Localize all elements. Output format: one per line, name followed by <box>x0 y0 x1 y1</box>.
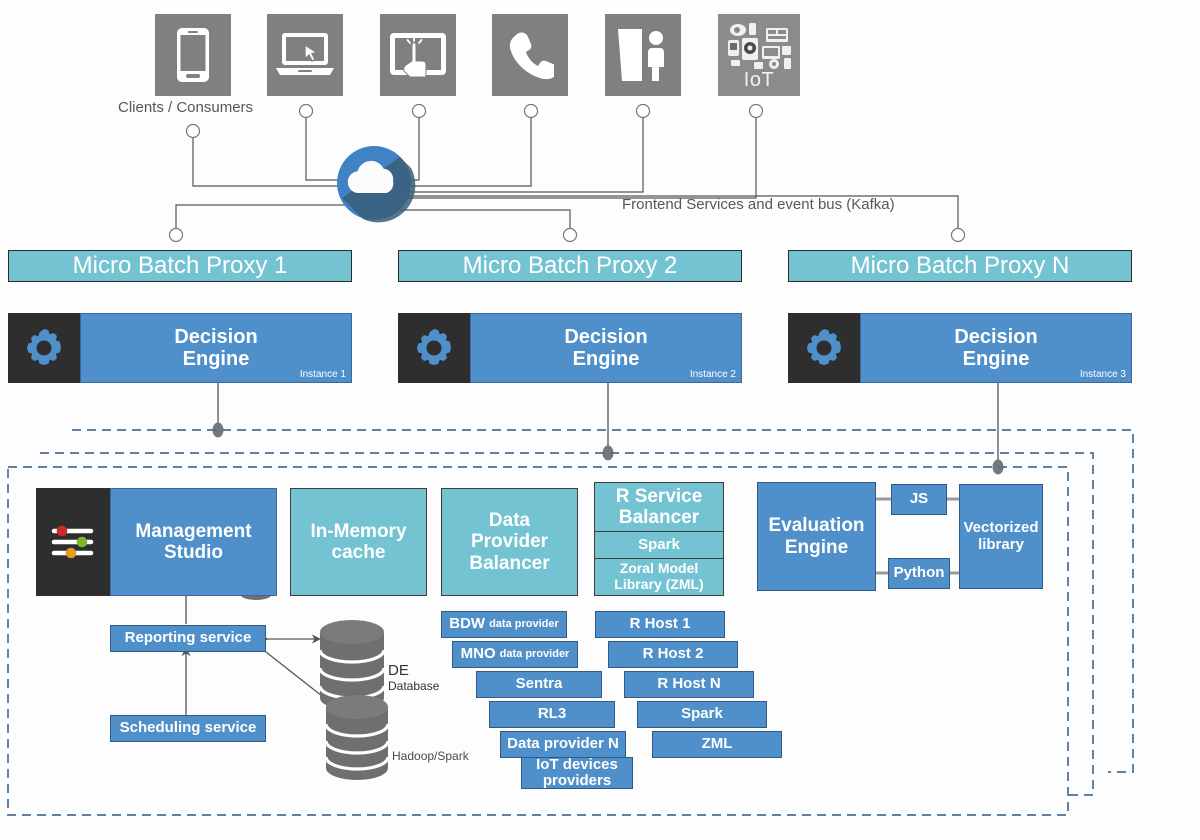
decision-engine-2-title: Decision Engine <box>564 326 648 370</box>
r-host-n[interactable]: R Host N <box>624 671 754 698</box>
decision-engine-1-instance: Instance 1 <box>299 369 346 380</box>
r-host-spark[interactable]: Spark <box>637 701 767 728</box>
telephone-icon <box>492 14 568 96</box>
data-provider-bdw[interactable]: BDW data provider <box>441 611 567 638</box>
r-host-2[interactable]: R Host 2 <box>608 641 738 668</box>
tablet-touch-icon <box>380 14 456 96</box>
decision-engine-3-title: Decision Engine <box>954 326 1038 370</box>
frontend-services-label: Frontend Services and event bus (Kafka) <box>622 196 895 213</box>
r-host-1[interactable]: R Host 1 <box>595 611 725 638</box>
vectorized-library-label: Vectorized library <box>963 518 1039 553</box>
hadoop-spark-cylinder <box>324 695 390 780</box>
iot-label: IoT <box>743 69 775 91</box>
in-memory-cache-label: In-Memory cache <box>310 520 407 563</box>
data-provider-sentra[interactable]: Sentra <box>476 671 602 698</box>
data-provider-balancer-label: Data Provider Balancer <box>469 510 550 574</box>
vectorized-library[interactable]: Vectorized library <box>959 484 1043 589</box>
micro-batch-proxy-2-label: Micro Batch Proxy 2 <box>462 251 678 279</box>
decision-engine-3-instance: Instance 3 <box>1079 369 1126 380</box>
in-memory-cache[interactable]: In-Memory cache <box>290 488 427 596</box>
data-provider-rl3[interactable]: RL3 <box>489 701 615 728</box>
data-provider-iot-devices[interactable]: IoT devices providers <box>521 757 633 789</box>
python-bridge[interactable]: Python <box>888 558 950 589</box>
data-provider-n[interactable]: Data provider N <box>500 731 626 758</box>
decision-engine-2-instance: Instance 2 <box>689 369 736 380</box>
connector-dot <box>212 422 224 438</box>
de-database-label: DE Database <box>388 662 440 693</box>
management-studio-label: Management Studio <box>135 520 252 563</box>
gear-icon <box>8 313 80 383</box>
r-service-balancer-header: R Service Balancer <box>594 482 724 532</box>
data-provider-mno[interactable]: MNO data provider <box>452 641 578 668</box>
micro-batch-proxy-n-label: Micro Batch Proxy N <box>850 251 1070 279</box>
decision-engine-1[interactable]: Decision Engine Instance 1 <box>8 313 352 383</box>
gear-icon <box>788 313 860 383</box>
hadoop-spark-label: Hadoop/Spark <box>392 749 469 763</box>
gear-icon <box>398 313 470 383</box>
smartphone-icon <box>155 14 231 96</box>
reporting-service[interactable]: Reporting service <box>110 625 266 652</box>
micro-batch-proxy-1-label: Micro Batch Proxy 1 <box>72 251 288 279</box>
evaluation-engine-label: Evaluation Engine <box>768 515 865 558</box>
r-service-balancer-spark-row[interactable]: Spark <box>594 531 724 559</box>
sliders-icon <box>36 488 110 596</box>
r-service-balancer[interactable]: R Service Balancer Spark Zoral Model Lib… <box>594 482 724 596</box>
data-provider-balancer[interactable]: Data Provider Balancer <box>441 488 578 596</box>
evaluation-engine[interactable]: Evaluation Engine <box>757 482 876 591</box>
connector-dot <box>992 459 1004 475</box>
micro-batch-proxy-1[interactable]: Micro Batch Proxy 1 <box>8 250 352 282</box>
iot-devices-icon: IoT <box>718 14 800 96</box>
decision-engine-2[interactable]: Decision Engine Instance 2 <box>398 313 742 383</box>
js-bridge[interactable]: JS <box>891 484 947 515</box>
connector-dot <box>602 445 614 461</box>
laptop-icon <box>267 14 343 96</box>
r-host-zml[interactable]: ZML <box>652 731 782 758</box>
cloud-icon <box>337 146 416 223</box>
decision-engine-3[interactable]: Decision Engine Instance 3 <box>788 313 1132 383</box>
de-database-cylinder <box>318 620 386 710</box>
clients-consumers-label: Clients / Consumers <box>118 99 254 116</box>
scheduling-service[interactable]: Scheduling service <box>110 715 266 742</box>
branch-person-icon <box>605 14 681 96</box>
decision-engine-1-title: Decision Engine <box>174 326 258 370</box>
r-service-balancer-zml-row[interactable]: Zoral Model Library (ZML) <box>594 558 724 596</box>
architecture-diagram: IoT Clients / Consumers Frontend Service… <box>0 0 1200 840</box>
management-studio[interactable]: Management Studio <box>36 488 277 596</box>
micro-batch-proxy-2[interactable]: Micro Batch Proxy 2 <box>398 250 742 282</box>
micro-batch-proxy-n[interactable]: Micro Batch Proxy N <box>788 250 1132 282</box>
